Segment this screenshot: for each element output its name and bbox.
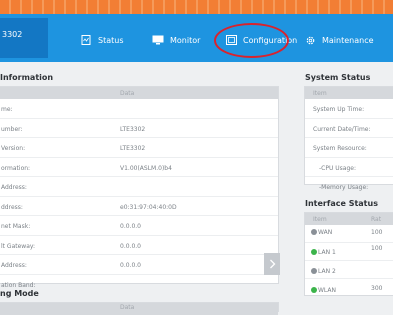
table-row: LAN 2	[305, 261, 393, 279]
table-row: WAN 100	[305, 225, 393, 243]
nav-configuration[interactable]: Configuration	[225, 33, 297, 47]
table-row: ation Band:	[1, 281, 36, 289]
table-row: lt Gateway: 0.0.0.0	[0, 236, 278, 255]
table-row: -Memory Usage:	[319, 184, 369, 191]
system-status-table: Item System Up Time: Current Date/Time: …	[304, 86, 393, 191]
table-row: Current Date/Time:	[305, 119, 393, 138]
configuration-icon	[225, 35, 237, 45]
information-title: Information	[0, 73, 54, 82]
information-header-data: Data	[120, 90, 135, 97]
table-row: umber: LTE3302	[0, 119, 278, 138]
table-row: net Mask: 0.0.0.0	[0, 216, 278, 236]
interface-header-rate: Rat	[371, 216, 382, 223]
nav-status[interactable]: Status	[80, 33, 124, 47]
system-status-header-item: Item	[313, 90, 327, 97]
table-row: me:	[0, 99, 278, 119]
interface-status-header: Item Rat	[305, 213, 393, 225]
mode-header-data: Data	[120, 304, 135, 311]
nav-configuration-label: Configuration	[243, 35, 298, 45]
scroll-right-button[interactable]	[264, 253, 280, 275]
information-table: Data me: umber: LTE3302 Version: LTE3302 o…	[0, 86, 279, 289]
table-row: System Up Time:	[305, 99, 393, 119]
chevron-right-icon	[269, 259, 275, 269]
interface-status-table: Item Rat WAN 100 LAN 1 100 LAN 2 WLAN 30…	[304, 212, 393, 296]
system-status-header: Item	[305, 87, 393, 99]
table-row: Address: 0.0.0.0	[0, 255, 278, 275]
nav-maintenance-label: Maintenance	[322, 35, 374, 45]
top-stripe	[0, 0, 393, 14]
status-icon	[80, 35, 92, 45]
status-down-icon	[311, 229, 317, 235]
table-row: WLAN 300	[305, 279, 393, 297]
table-row: ormation: V1.00(ASLM.0)b4	[0, 158, 278, 177]
table-row: System Resource:	[305, 138, 393, 158]
system-status-title: System Status	[305, 73, 371, 82]
table-row: LAN 1 100	[305, 243, 393, 261]
table-row: -CPU Usage:	[305, 158, 393, 177]
mode-table-header: Data	[0, 303, 278, 315]
table-row: ddress: e0:31:97:04:40:0D	[0, 197, 278, 216]
mode-section-title: ng Mode	[0, 289, 39, 298]
interface-header-item: Item	[313, 216, 327, 223]
monitor-icon	[152, 35, 164, 45]
table-row: Address:	[0, 177, 278, 197]
mode-table: Data	[0, 302, 279, 315]
nav-monitor-label: Monitor	[170, 35, 201, 45]
information-table-header: Data	[0, 87, 278, 99]
interface-status-title: Interface Status	[305, 199, 378, 208]
nav-monitor[interactable]: Monitor	[152, 33, 200, 47]
nav-maintenance[interactable]: Maintenance	[304, 33, 374, 47]
status-down-icon	[311, 268, 317, 274]
maintenance-icon	[304, 35, 316, 45]
table-row: Version: LTE3302	[0, 138, 278, 158]
status-up-icon	[311, 287, 317, 293]
status-up-icon	[311, 249, 317, 255]
brand-tab[interactable]: 3302	[0, 18, 48, 58]
brand-model: 3302	[2, 30, 23, 39]
nav-status-label: Status	[98, 35, 124, 45]
